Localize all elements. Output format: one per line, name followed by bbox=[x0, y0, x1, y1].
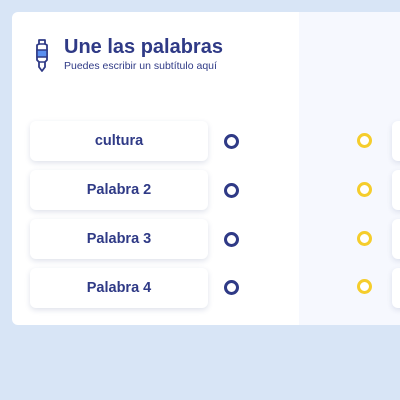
marker-icon bbox=[36, 39, 48, 72]
word-card-1[interactable]: cultura bbox=[30, 121, 208, 161]
right-word-card-1[interactable] bbox=[392, 121, 400, 161]
page-title: Une las palabras bbox=[64, 36, 223, 58]
page-background: Une las palabras Puedes escribir un subt… bbox=[0, 0, 400, 400]
right-connector-dot-4[interactable] bbox=[357, 279, 372, 294]
activity-card: Une las palabras Puedes escribir un subt… bbox=[12, 12, 400, 325]
word-card-2[interactable]: Palabra 2 bbox=[30, 170, 208, 210]
page-subtitle: Puedes escribir un subtítulo aquí bbox=[64, 60, 217, 72]
left-connector-dot-1[interactable] bbox=[224, 134, 239, 149]
right-column-pane bbox=[299, 12, 400, 325]
word-card-4[interactable]: Palabra 4 bbox=[30, 268, 208, 308]
right-connector-dot-1[interactable] bbox=[357, 133, 372, 148]
left-connector-dot-2[interactable] bbox=[224, 183, 239, 198]
right-connector-dot-2[interactable] bbox=[357, 182, 372, 197]
word-card-3[interactable]: Palabra 3 bbox=[30, 219, 208, 259]
right-word-card-2[interactable] bbox=[392, 170, 400, 210]
right-connector-dot-3[interactable] bbox=[357, 231, 372, 246]
left-connector-dot-3[interactable] bbox=[224, 232, 239, 247]
right-word-card-3[interactable] bbox=[392, 219, 400, 259]
right-word-card-4[interactable] bbox=[392, 268, 400, 308]
left-connector-dot-4[interactable] bbox=[224, 280, 239, 295]
